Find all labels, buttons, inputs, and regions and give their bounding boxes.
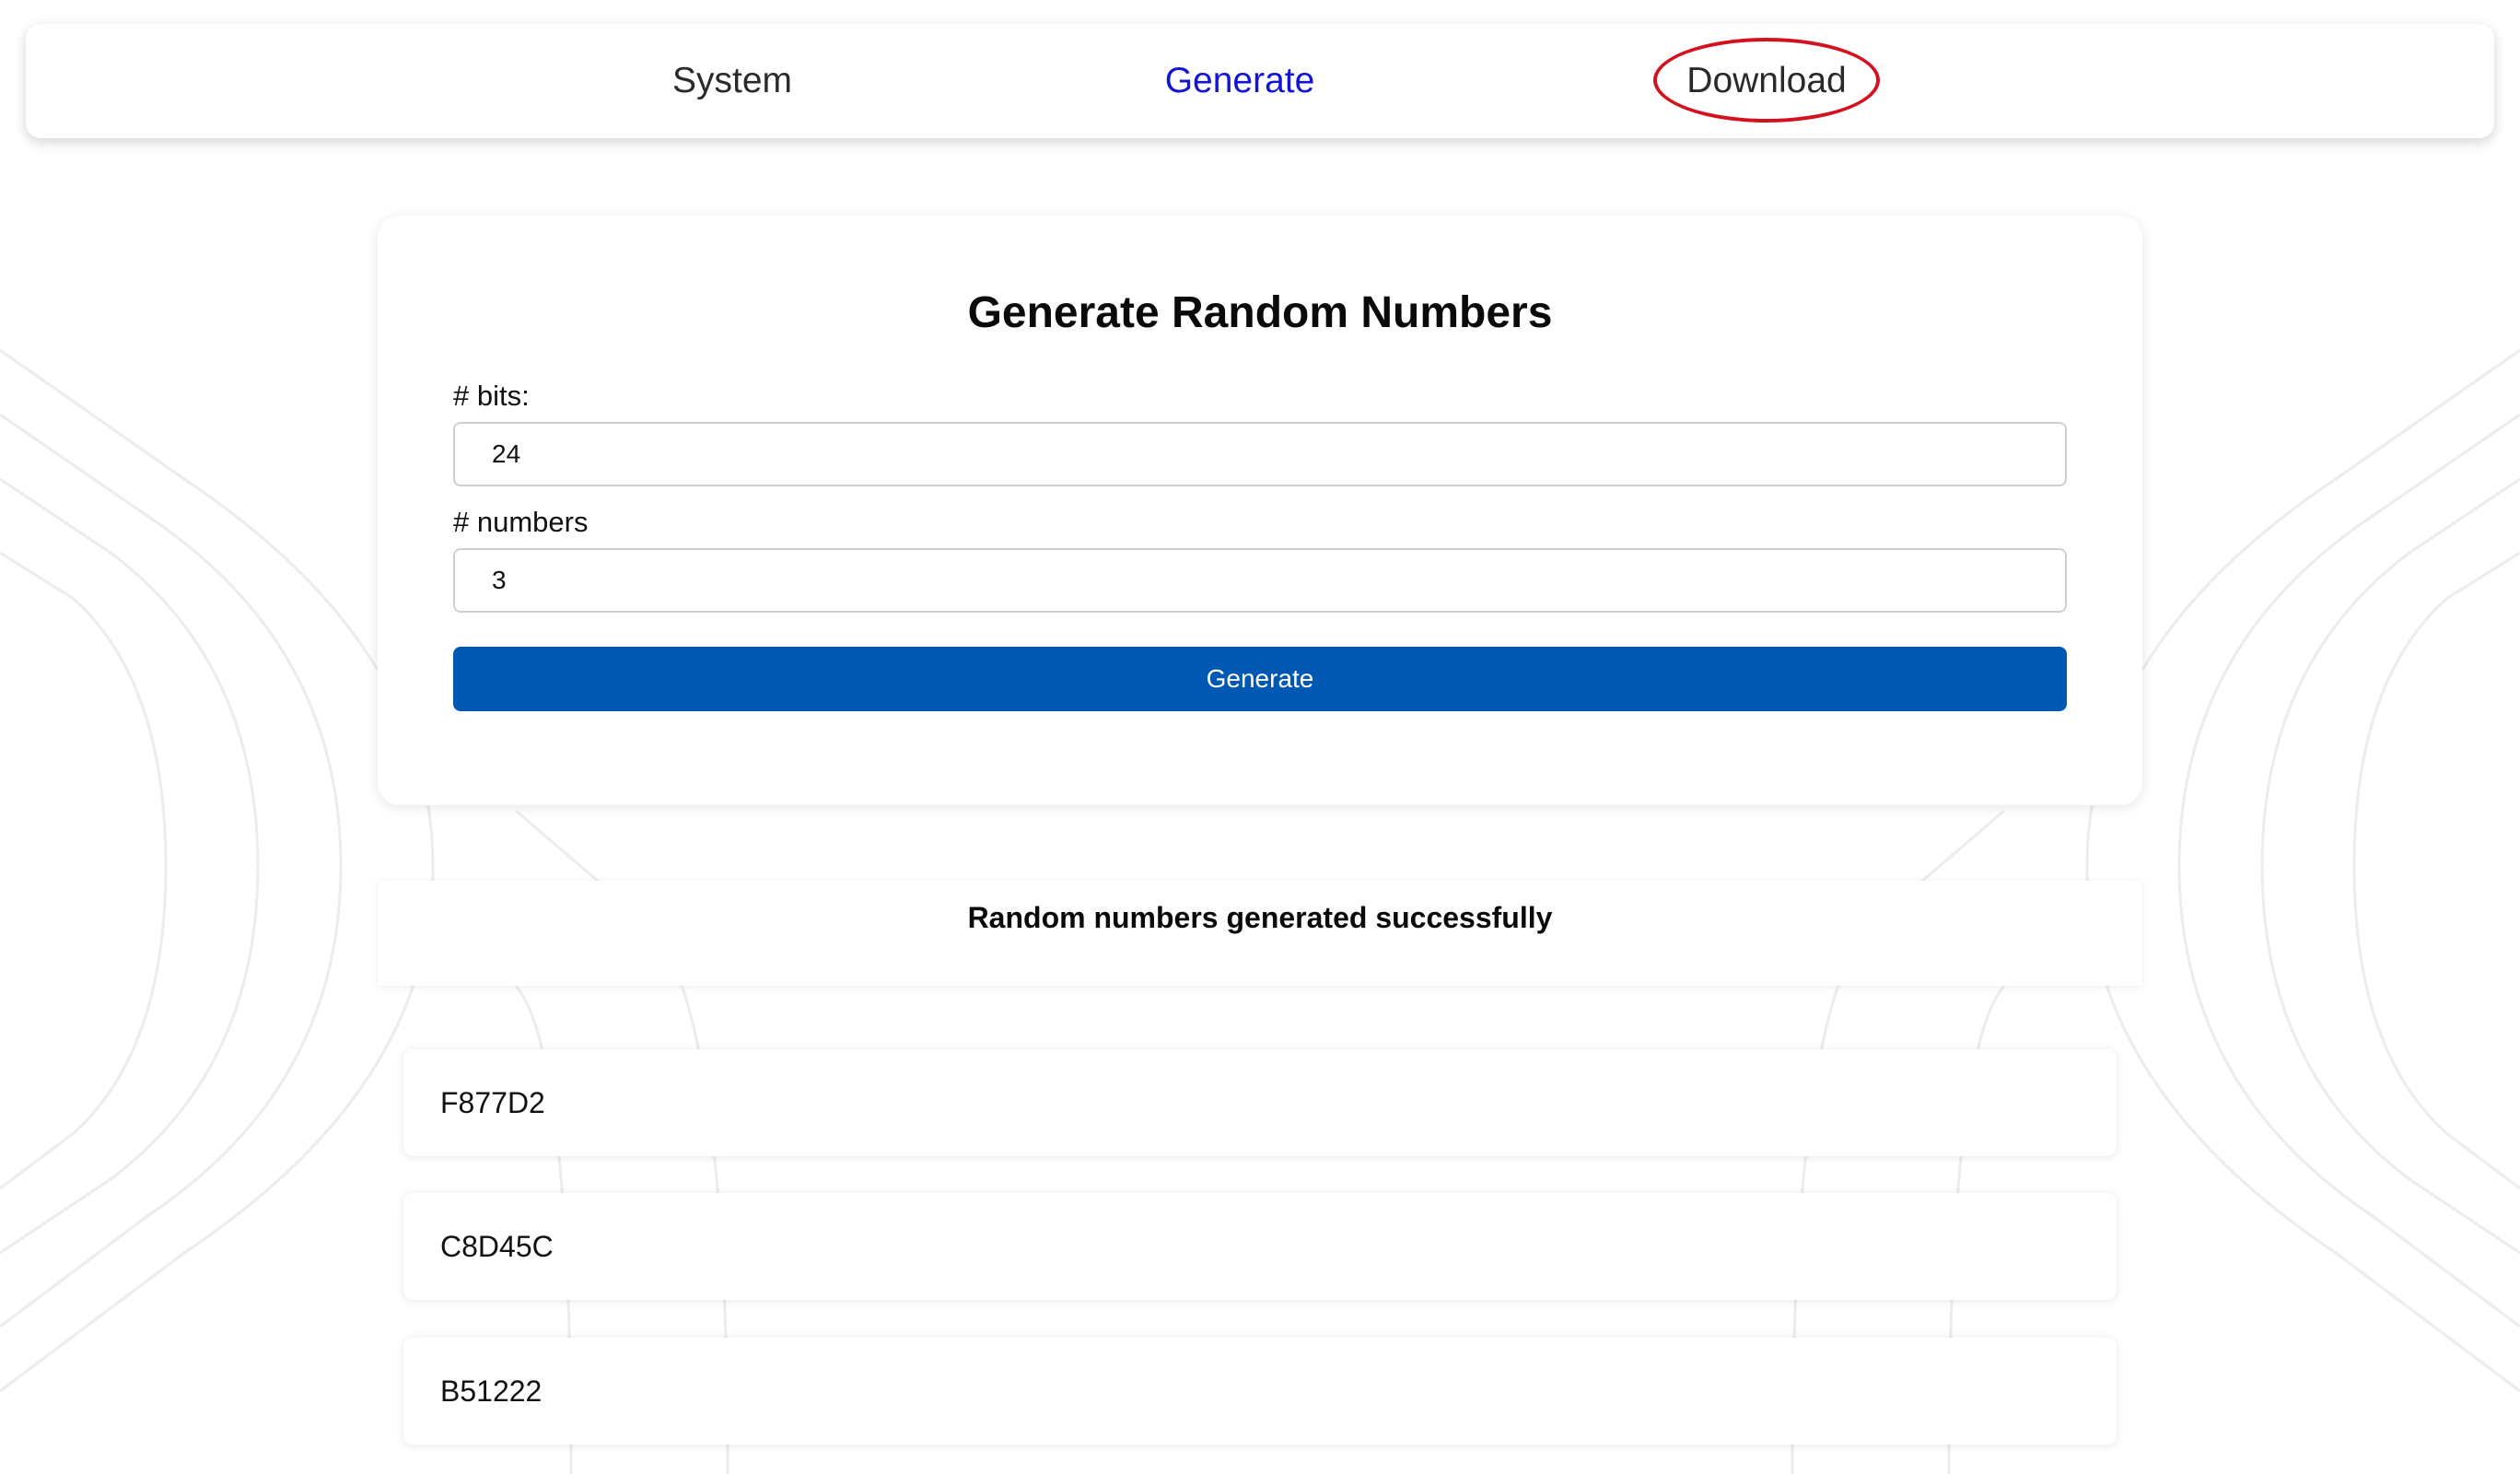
numbers-label: # numbers — [453, 506, 589, 538]
generate-form-card: Generate Random Numbers # bits: # number… — [378, 216, 2142, 805]
nav-generate[interactable]: Generate — [1165, 24, 1315, 138]
result-item: C8D45C — [403, 1193, 2117, 1300]
top-navigation-bar: System Generate Download — [26, 24, 2494, 138]
nav-system[interactable]: System — [672, 24, 792, 138]
status-message-box: Random numbers generated successfully — [378, 881, 2142, 986]
generate-button[interactable]: Generate — [453, 647, 2067, 711]
result-value: B51222 — [440, 1375, 542, 1408]
result-item: B51222 — [403, 1338, 2117, 1445]
page-title: Generate Random Numbers — [967, 288, 1553, 337]
bits-input[interactable] — [453, 422, 2067, 486]
result-value: F877D2 — [440, 1086, 545, 1119]
status-message: Random numbers generated successfully — [967, 901, 1553, 934]
numbers-input[interactable] — [453, 548, 2067, 613]
bits-label: # bits: — [453, 380, 530, 412]
result-value: C8D45C — [440, 1230, 554, 1263]
nav-download[interactable]: Download — [1686, 24, 1846, 138]
result-item: F877D2 — [403, 1049, 2117, 1156]
